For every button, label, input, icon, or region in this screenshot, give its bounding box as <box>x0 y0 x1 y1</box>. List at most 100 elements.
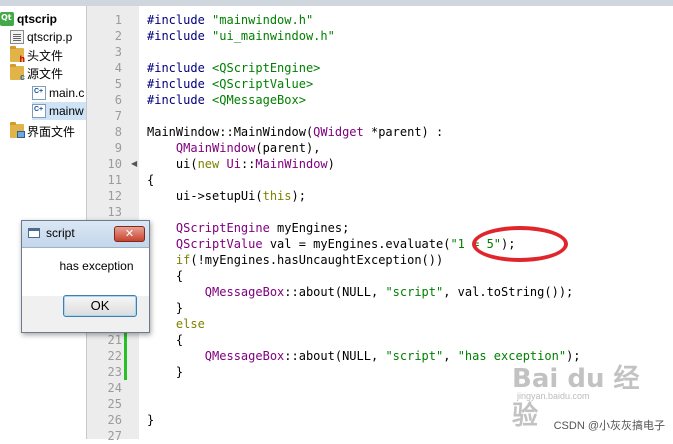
code-line[interactable]: QScriptEngine myEngines; <box>147 220 349 236</box>
code-token: (parent), <box>255 141 321 155</box>
line-number: 23 <box>107 365 122 379</box>
tree-item-sources[interactable]: 源文件 <box>10 64 63 82</box>
code-line[interactable]: ui(new Ui::MainWindow) <box>147 156 335 172</box>
code-token: QScriptEngine <box>175 221 270 235</box>
code-line[interactable]: { <box>147 172 154 188</box>
source-folder-icon <box>10 64 25 82</box>
change-marker <box>124 332 127 380</box>
dialog-title: script <box>46 226 75 240</box>
tree-item-label: main.c <box>49 86 85 100</box>
code-token: "has exception" <box>457 349 567 363</box>
line-number: 6 <box>114 93 122 107</box>
code-token: QMessageBox <box>204 285 285 299</box>
code-line[interactable]: #include <QScriptValue> <box>147 76 313 92</box>
code-token: ui( <box>147 157 198 171</box>
code-token: ); <box>501 237 516 251</box>
tree-item-forms[interactable]: 界面文件 <box>10 122 75 140</box>
code-token: (!myEngines.hasUncaughtException()) <box>190 253 444 267</box>
line-number: 22 <box>107 349 122 363</box>
code-token: "ui_mainwindow.h" <box>212 29 335 43</box>
code-line[interactable]: { <box>147 268 183 284</box>
code-token: #include <box>147 29 213 43</box>
code-token: *parent) : <box>363 125 444 139</box>
code-line[interactable]: MainWindow::MainWindow(QWidget *parent) … <box>147 124 443 140</box>
code-line[interactable]: } <box>147 412 154 428</box>
code-editor[interactable]: #include "mainwindow.h" #include "ui_main… <box>139 6 673 439</box>
code-token: ::about(NULL, <box>284 349 386 363</box>
code-line[interactable]: QMessageBox::about(NULL, "script", val.t… <box>147 284 573 300</box>
code-token: #include <box>147 13 213 27</box>
line-number: 21 <box>107 333 122 347</box>
dialog-message: has exception <box>59 259 134 273</box>
code-token: MainWindow <box>255 157 328 171</box>
code-token: else <box>175 317 205 331</box>
code-line[interactable]: #include "ui_mainwindow.h" <box>147 28 335 44</box>
tree-item-headers[interactable]: 头文件 <box>10 46 63 64</box>
line-number: 1 <box>114 13 122 27</box>
code-token: val = myEngines.evaluate( <box>262 237 451 251</box>
code-token: , val.toString()); <box>443 285 574 299</box>
code-token: { <box>147 173 155 187</box>
code-token: { <box>147 333 184 347</box>
dialog-titlebar[interactable]: script ✕ <box>22 221 149 248</box>
code-line[interactable]: #include <QMessageBox> <box>147 92 306 108</box>
code-token: ); <box>566 349 581 363</box>
code-token: } <box>147 365 184 379</box>
line-number: 2 <box>114 29 122 43</box>
close-icon[interactable]: ✕ <box>114 226 145 242</box>
code-line[interactable]: else <box>147 316 205 332</box>
tree-item-mainwindow-cpp[interactable]: mainw <box>32 102 86 120</box>
tree-item-label: 头文件 <box>27 48 64 63</box>
tree-item-main-cpp[interactable]: main.c <box>32 84 84 102</box>
tree-item-profile[interactable]: qtscrip.p <box>10 28 72 46</box>
line-number: 13 <box>107 205 122 219</box>
tree-item-project[interactable]: qtscrip <box>0 10 57 28</box>
code-line[interactable]: #include "mainwindow.h" <box>147 12 313 28</box>
ok-button[interactable]: OK <box>63 295 137 317</box>
code-line[interactable]: if(!myEngines.hasUncaughtException()) <box>147 252 443 268</box>
code-token: } <box>147 413 155 427</box>
code-token: } <box>147 301 184 315</box>
line-number: 8 <box>114 125 122 139</box>
code-token: MainWindow::MainWindow( <box>147 125 314 139</box>
code-token: "mainwindow.h" <box>212 13 314 27</box>
header-folder-icon <box>10 46 25 64</box>
line-number: 12 <box>107 189 122 203</box>
code-token: <QScriptValue> <box>212 77 314 91</box>
line-number: 11 <box>107 173 122 187</box>
tree-item-label: mainw <box>49 104 84 118</box>
line-number: 10 <box>107 157 122 171</box>
code-token: "1 = 5" <box>450 237 502 251</box>
message-box-dialog: script ✕ has exception OK <box>21 220 150 333</box>
csdn-credit: CSDN @小灰灰搞电子 <box>551 417 667 433</box>
qt-project-icon <box>0 12 14 26</box>
pro-file-icon <box>10 30 24 44</box>
code-token: if <box>175 253 191 267</box>
code-token: Ui <box>226 157 241 171</box>
code-line[interactable]: } <box>147 300 183 316</box>
line-number: 25 <box>107 397 122 411</box>
code-line[interactable]: QMainWindow(parent), <box>147 140 321 156</box>
code-line[interactable]: #include <QScriptEngine> <box>147 60 320 76</box>
code-line[interactable]: QScriptValue val = myEngines.evaluate("1… <box>147 236 516 252</box>
fold-arrow-icon[interactable]: ◀ <box>131 156 138 172</box>
code-token: ) <box>327 157 335 171</box>
code-line[interactable]: } <box>147 364 183 380</box>
dialog-body: has exception <box>22 248 149 296</box>
tree-item-label: 界面文件 <box>27 124 76 139</box>
code-token: QScriptValue <box>175 237 263 251</box>
code-line[interactable]: ui->setupUi(this); <box>147 188 306 204</box>
code-line[interactable]: { <box>147 332 183 348</box>
line-number: 26 <box>107 413 122 427</box>
window-icon <box>28 228 40 238</box>
code-token: myEngines; <box>269 221 350 235</box>
code-line[interactable]: QMessageBox::about(NULL, "script", "has … <box>147 348 581 364</box>
code-token: QWidget <box>313 125 364 139</box>
code-token: :: <box>240 157 256 171</box>
line-number: 9 <box>114 141 122 155</box>
